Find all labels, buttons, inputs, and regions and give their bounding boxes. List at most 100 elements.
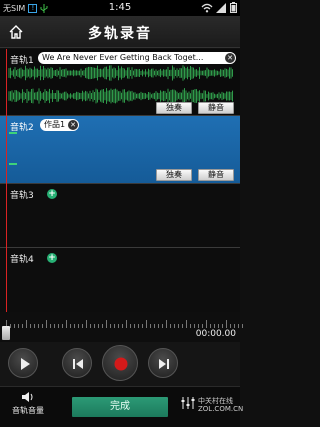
timeline[interactable]: 00:00.00 <box>0 312 243 342</box>
volume-icon <box>22 392 33 402</box>
ruler-tick <box>34 324 35 328</box>
next-icon <box>159 359 169 369</box>
previous-button[interactable] <box>62 348 92 378</box>
track-volume-label: 音轨音量 <box>12 406 44 415</box>
track-1-label: 音轨1 <box>10 56 34 66</box>
ruler-tick <box>186 320 187 328</box>
ruler-tick <box>74 324 75 328</box>
ruler-tick <box>106 320 107 328</box>
ruler-tick <box>94 324 95 328</box>
ruler-tick <box>226 320 227 328</box>
track-volume-button[interactable]: 音轨音量 <box>8 391 48 416</box>
track-2-name: 作品1 <box>44 120 66 129</box>
ruler-tick <box>14 324 15 328</box>
ruler-tick <box>170 324 171 328</box>
ruler-tick <box>78 324 79 328</box>
mixer-icon[interactable] <box>180 395 196 411</box>
add-icon[interactable]: + <box>47 253 57 263</box>
ruler-tick <box>126 320 127 328</box>
ruler-tick <box>134 324 135 328</box>
timeline-time: 00:00.00 <box>195 329 236 339</box>
ruler-tick <box>110 324 111 328</box>
watermark-line-1: 中关村在线 <box>198 397 233 405</box>
ruler-tick <box>230 324 231 328</box>
timeline-thumb[interactable] <box>2 326 10 340</box>
track-2-clip-marker <box>9 163 17 165</box>
timeline-ruler <box>0 316 243 328</box>
ruler-tick <box>130 324 131 328</box>
add-icon[interactable]: + <box>47 189 57 199</box>
ruler-tick <box>58 324 59 328</box>
track-4[interactable]: 音轨4 + <box>0 248 240 312</box>
ruler-tick <box>98 324 99 328</box>
ruler-tick <box>66 320 67 328</box>
status-right <box>201 2 237 13</box>
track-2-solo-button[interactable]: 独奏 <box>156 169 192 181</box>
ruler-tick <box>242 324 243 328</box>
track-1-name-chip[interactable]: We Are Never Ever Getting Back Toget... … <box>38 52 236 64</box>
signal-icon <box>216 2 226 13</box>
title-bar: 多轨录音 <box>0 16 240 48</box>
ruler-tick <box>218 324 219 328</box>
ruler-tick <box>102 324 103 328</box>
ruler-tick <box>214 324 215 328</box>
ruler-tick <box>82 324 83 328</box>
transport-controls <box>0 342 240 386</box>
play-button[interactable] <box>8 348 38 378</box>
ruler-tick <box>154 324 155 328</box>
record-button[interactable] <box>102 345 138 381</box>
ruler-tick <box>158 324 159 328</box>
ruler-tick <box>50 324 51 328</box>
ruler-tick <box>10 324 11 328</box>
ruler-tick <box>90 324 91 328</box>
record-icon <box>114 357 128 371</box>
ruler-tick <box>198 324 199 328</box>
status-bar: 无SIM ! 1:45 <box>0 0 240 16</box>
ruler-tick <box>178 324 179 328</box>
track-3[interactable]: 音轨3 + <box>0 184 240 248</box>
ruler-tick <box>42 324 43 328</box>
track-2[interactable]: 音轨2 作品1 ✕ 独奏 静音 <box>0 116 240 184</box>
ruler-tick <box>222 324 223 328</box>
track-2-mute-button[interactable]: 静音 <box>198 169 234 181</box>
ruler-tick <box>46 320 47 328</box>
close-icon[interactable]: ✕ <box>68 120 79 130</box>
ruler-tick <box>18 324 19 328</box>
bottom-bar: 音轨音量 完成 中关村在线 ZOL.COM.CN <box>0 386 243 427</box>
ruler-tick <box>118 324 119 328</box>
ruler-tick <box>202 324 203 328</box>
watermark: 中关村在线 ZOL.COM.CN <box>198 397 243 413</box>
track-1-name: We Are Never Ever Getting Back Toget... <box>42 53 204 62</box>
track-1[interactable]: 音轨1 We Are Never Ever Getting Back Toget… <box>0 49 240 116</box>
track-1-mute-button[interactable]: 静音 <box>198 102 234 114</box>
playhead[interactable] <box>6 49 7 315</box>
ruler-tick <box>62 324 63 328</box>
ruler-tick <box>30 324 31 328</box>
ruler-tick <box>206 320 207 328</box>
track-3-label: 音轨3 <box>10 191 34 201</box>
done-button[interactable]: 完成 <box>72 397 168 417</box>
ruler-tick <box>150 324 151 328</box>
track-1-solo-button[interactable]: 独奏 <box>156 102 192 114</box>
track-list: 音轨1 We Are Never Ever Getting Back Toget… <box>0 49 240 312</box>
ruler-tick <box>142 324 143 328</box>
watermark-line-2: ZOL.COM.CN <box>198 405 244 413</box>
track-2-name-chip[interactable]: 作品1 ✕ <box>40 119 80 131</box>
next-button[interactable] <box>148 348 178 378</box>
ruler-tick <box>182 324 183 328</box>
ruler-tick <box>38 324 39 328</box>
ruler-tick <box>174 324 175 328</box>
ruler-tick <box>22 324 23 328</box>
ruler-tick <box>86 320 87 328</box>
battery-icon <box>230 2 237 13</box>
wifi-icon <box>201 3 213 12</box>
close-icon[interactable]: ✕ <box>225 53 235 63</box>
page-title: 多轨录音 <box>88 26 152 42</box>
ruler-tick <box>238 324 239 328</box>
ruler-tick <box>190 324 191 328</box>
ruler-tick <box>166 320 167 328</box>
ruler-tick <box>234 324 235 328</box>
ruler-tick <box>70 324 71 328</box>
ruler-tick <box>162 324 163 328</box>
track-4-label: 音轨4 <box>10 255 34 265</box>
